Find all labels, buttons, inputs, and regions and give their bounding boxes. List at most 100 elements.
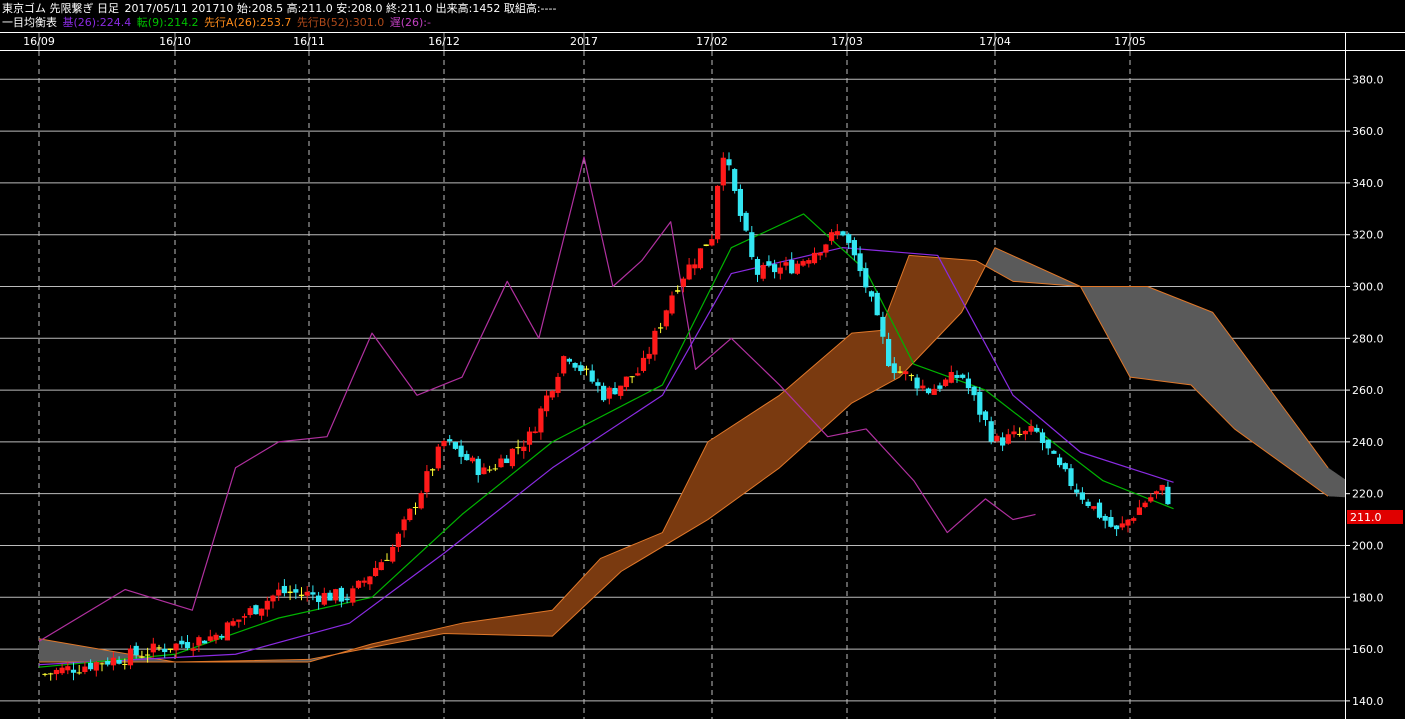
candle-body	[65, 666, 71, 671]
candle-body	[344, 598, 350, 601]
candle-body	[851, 240, 857, 256]
y-tick-label: 320.0	[1352, 229, 1384, 242]
candle-body	[373, 567, 379, 577]
y-tick-label: 300.0	[1352, 280, 1384, 293]
y-tick-label: 200.0	[1352, 539, 1384, 552]
ohlc-readout: 2017/05/11 201710 始:208.5 高:211.0 安:208.…	[124, 2, 557, 15]
candle-body	[430, 469, 436, 471]
candle-body	[487, 469, 493, 471]
x-tick-label: 17/02	[696, 35, 728, 48]
candle-body	[1153, 491, 1160, 494]
candle-body	[589, 370, 595, 382]
candle-body	[88, 662, 94, 670]
candle-body	[772, 264, 778, 273]
candle-body	[720, 157, 726, 186]
candle-body	[264, 600, 270, 610]
candle-body	[1045, 439, 1051, 449]
indicator-name: 一目均衡表	[2, 16, 57, 29]
y-tick-label: 380.0	[1352, 73, 1384, 86]
candle-body	[241, 616, 248, 618]
candle-body	[1085, 501, 1091, 507]
y-tick-label: 160.0	[1352, 643, 1384, 656]
candle-body	[1091, 506, 1097, 509]
candle-body	[703, 244, 709, 246]
candle-body	[464, 454, 470, 461]
candle-body	[1022, 430, 1028, 435]
candle-body	[156, 647, 162, 649]
candle-body	[715, 185, 721, 240]
candle-body	[868, 291, 875, 297]
x-tick-label: 16/12	[428, 35, 460, 48]
candle-body	[920, 385, 926, 389]
candle-body	[1096, 502, 1103, 518]
candle-body	[794, 263, 800, 274]
candle-body	[48, 673, 54, 675]
candle-body	[737, 188, 743, 216]
candle-body	[806, 260, 812, 264]
candle-body	[150, 643, 156, 653]
candle-body	[481, 467, 487, 475]
x-tick-label: 16/10	[159, 35, 191, 48]
candle-body	[595, 382, 601, 386]
candle-body	[754, 259, 761, 275]
candle-body	[253, 605, 259, 615]
candle-body	[629, 376, 635, 378]
senkou-b-label: 先行B(52):301.0	[296, 16, 385, 29]
candle-body	[1074, 489, 1080, 493]
candle-body	[270, 595, 276, 602]
candle-body	[566, 358, 572, 362]
candle-body	[561, 356, 567, 374]
candle-body	[350, 588, 356, 603]
x-tick-label: 17/05	[1114, 35, 1146, 48]
x-tick-label: 16/11	[293, 35, 325, 48]
candle-body	[59, 667, 65, 674]
candle-body	[82, 666, 88, 673]
candle-body	[675, 290, 681, 292]
candle-body	[230, 621, 236, 626]
candle-body	[213, 634, 219, 640]
candle-body	[521, 446, 527, 452]
candle-body	[914, 377, 920, 389]
candle-body	[367, 576, 373, 585]
candle-body	[162, 648, 168, 653]
candle-body	[1102, 515, 1108, 521]
tenkan-label: 転(9):214.2	[136, 16, 199, 29]
candle-body	[207, 636, 213, 641]
candle-body	[184, 642, 191, 649]
candle-body	[789, 259, 795, 274]
candle-body	[903, 371, 909, 375]
candle-body	[1017, 433, 1023, 435]
candle-body	[424, 471, 430, 493]
candle-body	[829, 232, 835, 241]
candle-body	[686, 264, 692, 280]
candle-body	[492, 468, 498, 470]
candle-body	[1136, 507, 1142, 515]
candle-body	[1000, 437, 1006, 446]
candle-body	[441, 441, 447, 447]
candle-body	[167, 648, 173, 650]
candle-body	[196, 637, 202, 646]
candle-body	[70, 669, 77, 673]
candle-body	[378, 562, 384, 571]
candle-body	[236, 619, 242, 622]
candle-body	[994, 435, 1000, 442]
instrument-name: 東京ゴム 先限繋ぎ 日足	[2, 2, 119, 15]
ichimoku-chart[interactable]: 16/09 16/10 16/11 16/12 2017 17/02 17/03 17/04 1…	[0, 0, 1405, 719]
candle-body	[401, 519, 407, 531]
last-price-marker: 211.0	[1347, 509, 1403, 524]
candle-body	[732, 169, 738, 191]
candle-body	[435, 446, 441, 469]
candle-body	[948, 371, 954, 383]
candle-body	[982, 411, 989, 420]
candle-body	[1142, 502, 1148, 508]
candle-body	[1068, 468, 1074, 487]
candle-body	[680, 278, 686, 287]
candle-body	[669, 295, 675, 314]
candle-body	[298, 594, 305, 596]
candle-body	[743, 212, 749, 231]
candle-body	[1062, 463, 1068, 470]
candle-body	[395, 533, 401, 548]
candle-body	[1057, 457, 1063, 466]
candle-body	[1131, 518, 1137, 521]
x-tick-label: 17/04	[979, 35, 1011, 48]
